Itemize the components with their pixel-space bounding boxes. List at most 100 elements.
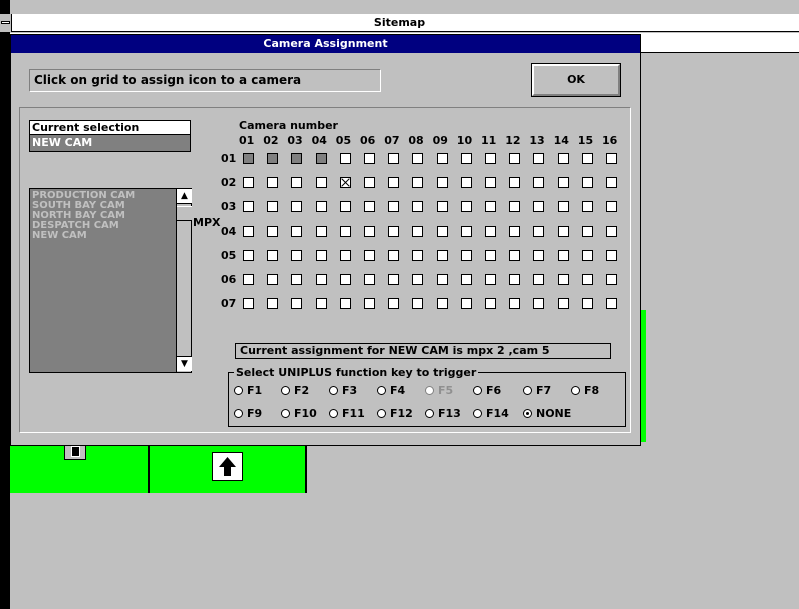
grid-cell-checkbox[interactable] bbox=[509, 298, 521, 310]
grid-cell-checkbox[interactable] bbox=[291, 249, 303, 261]
grid-cell-checkbox[interactable] bbox=[581, 201, 593, 213]
grid-cell-checkbox[interactable] bbox=[388, 298, 400, 310]
radio-button[interactable] bbox=[473, 409, 482, 418]
grid-cell-checkbox[interactable] bbox=[436, 177, 448, 189]
grid-cell-checkbox[interactable] bbox=[460, 201, 472, 213]
grid-cell-checkbox[interactable] bbox=[315, 298, 327, 310]
grid-cell-checkbox[interactable] bbox=[315, 201, 327, 213]
grid-cell-checkbox[interactable] bbox=[339, 249, 351, 261]
grid-cell-checkbox[interactable] bbox=[315, 249, 327, 261]
grid-cell-checkbox[interactable] bbox=[388, 153, 400, 164]
grid-cell-checkbox[interactable] bbox=[243, 201, 254, 213]
grid-cell-checkbox[interactable] bbox=[485, 225, 496, 237]
grid-cell-checkbox[interactable] bbox=[509, 274, 521, 285]
grid-cell-checkbox[interactable] bbox=[291, 274, 303, 285]
grid-cell-checkbox[interactable] bbox=[436, 274, 448, 285]
grid-cell-checkbox[interactable] bbox=[436, 298, 448, 310]
grid-cell-checkbox[interactable] bbox=[606, 225, 617, 237]
grid-cell-checkbox[interactable] bbox=[315, 274, 327, 285]
grid-cell-checkbox[interactable] bbox=[339, 298, 351, 310]
grid-cell-checkbox[interactable] bbox=[412, 249, 424, 261]
grid-cell-checkbox[interactable] bbox=[509, 177, 521, 189]
radio-button[interactable] bbox=[329, 386, 338, 395]
grid-cell-checkbox[interactable] bbox=[364, 249, 375, 261]
radio-button[interactable] bbox=[281, 386, 290, 395]
grid-cell-checkbox[interactable] bbox=[315, 153, 327, 164]
grid-cell-checkbox[interactable] bbox=[339, 274, 351, 285]
grid-cell-checkbox[interactable] bbox=[339, 153, 351, 164]
grid-cell-checkbox[interactable] bbox=[533, 201, 545, 213]
grid-cell-checkbox[interactable] bbox=[388, 274, 400, 285]
grid-cell-checkbox[interactable] bbox=[485, 298, 496, 310]
grid-cell-checkbox[interactable] bbox=[267, 298, 279, 310]
grid-cell-checkbox[interactable] bbox=[509, 153, 521, 164]
sitemap-control-menu-icon[interactable] bbox=[0, 14, 12, 32]
grid-cell-checkbox[interactable] bbox=[243, 274, 254, 285]
radio-button[interactable] bbox=[329, 409, 338, 418]
grid-cell-checkbox[interactable] bbox=[557, 298, 569, 310]
grid-cell-checkbox[interactable] bbox=[581, 274, 593, 285]
grid-cell-checkbox[interactable] bbox=[243, 153, 254, 164]
grid-cell-checkbox[interactable] bbox=[485, 153, 496, 164]
grid-cell-checkbox[interactable] bbox=[606, 249, 617, 261]
grid-cell-checkbox[interactable] bbox=[533, 274, 545, 285]
grid-cell-checkbox[interactable] bbox=[533, 177, 545, 189]
grid-cell-checkbox[interactable] bbox=[412, 177, 424, 189]
radio-button[interactable] bbox=[234, 409, 243, 418]
grid-cell-checkbox[interactable] bbox=[267, 177, 279, 189]
grid-cell-checkbox[interactable] bbox=[364, 153, 375, 164]
grid-cell-checkbox[interactable] bbox=[606, 298, 617, 310]
grid-cell-checkbox[interactable] bbox=[460, 177, 472, 189]
grid-cell-checkbox[interactable] bbox=[243, 249, 254, 261]
grid-cell-checkbox[interactable] bbox=[388, 177, 400, 189]
grid-cell-checkbox[interactable] bbox=[315, 177, 327, 189]
grid-cell-checkbox[interactable] bbox=[291, 201, 303, 213]
grid-cell-checkbox[interactable] bbox=[606, 274, 617, 285]
grid-cell-checkbox[interactable] bbox=[581, 298, 593, 310]
grid-cell-checkbox[interactable] bbox=[509, 201, 521, 213]
grid-cell-checkbox[interactable] bbox=[436, 153, 448, 164]
radio-button[interactable] bbox=[425, 386, 434, 395]
radio-button[interactable] bbox=[425, 409, 434, 418]
radio-button[interactable] bbox=[234, 386, 243, 395]
grid-cell-checkbox[interactable] bbox=[412, 201, 424, 213]
scroll-down-button[interactable]: ▼ bbox=[177, 356, 192, 371]
grid-cell-checkbox[interactable] bbox=[533, 153, 545, 164]
grid-cell-checkbox[interactable] bbox=[412, 274, 424, 285]
grid-cell-checkbox[interactable] bbox=[339, 177, 351, 189]
grid-cell-checkbox[interactable] bbox=[606, 153, 617, 164]
grid-cell-checkbox[interactable] bbox=[485, 249, 496, 261]
radio-button[interactable] bbox=[281, 409, 290, 418]
grid-cell-checkbox[interactable] bbox=[557, 225, 569, 237]
grid-cell-checkbox[interactable] bbox=[533, 298, 545, 310]
grid-cell-checkbox[interactable] bbox=[267, 274, 279, 285]
grid-cell-checkbox[interactable] bbox=[267, 225, 279, 237]
grid-cell-checkbox[interactable] bbox=[581, 177, 593, 189]
grid-cell-checkbox[interactable] bbox=[606, 177, 617, 189]
grid-cell-checkbox[interactable] bbox=[339, 201, 351, 213]
grid-cell-checkbox[interactable] bbox=[581, 249, 593, 261]
grid-cell-checkbox[interactable] bbox=[364, 274, 375, 285]
grid-cell-checkbox[interactable] bbox=[364, 201, 375, 213]
grid-cell-checkbox[interactable] bbox=[485, 274, 496, 285]
grid-cell-checkbox[interactable] bbox=[291, 177, 303, 189]
grid-cell-checkbox[interactable] bbox=[267, 153, 279, 164]
grid-cell-checkbox[interactable] bbox=[581, 153, 593, 164]
grid-cell-checkbox[interactable] bbox=[557, 153, 569, 164]
grid-cell-checkbox[interactable] bbox=[412, 153, 424, 164]
grid-cell-checkbox[interactable] bbox=[339, 225, 351, 237]
grid-cell-checkbox[interactable] bbox=[533, 225, 545, 237]
grid-cell-checkbox[interactable] bbox=[557, 274, 569, 285]
grid-cell-checkbox[interactable] bbox=[267, 249, 279, 261]
grid-cell-checkbox[interactable] bbox=[388, 249, 400, 261]
grid-cell-checkbox[interactable] bbox=[485, 177, 496, 189]
grid-cell-checkbox[interactable] bbox=[485, 201, 496, 213]
grid-cell-checkbox[interactable] bbox=[412, 225, 424, 237]
radio-button[interactable] bbox=[473, 386, 482, 395]
grid-cell-checkbox[interactable] bbox=[315, 225, 327, 237]
grid-cell-checkbox[interactable] bbox=[557, 201, 569, 213]
radio-button[interactable] bbox=[571, 386, 580, 395]
radio-button[interactable] bbox=[377, 386, 386, 395]
radio-button[interactable] bbox=[377, 409, 386, 418]
grid-cell-checkbox[interactable] bbox=[460, 153, 472, 164]
